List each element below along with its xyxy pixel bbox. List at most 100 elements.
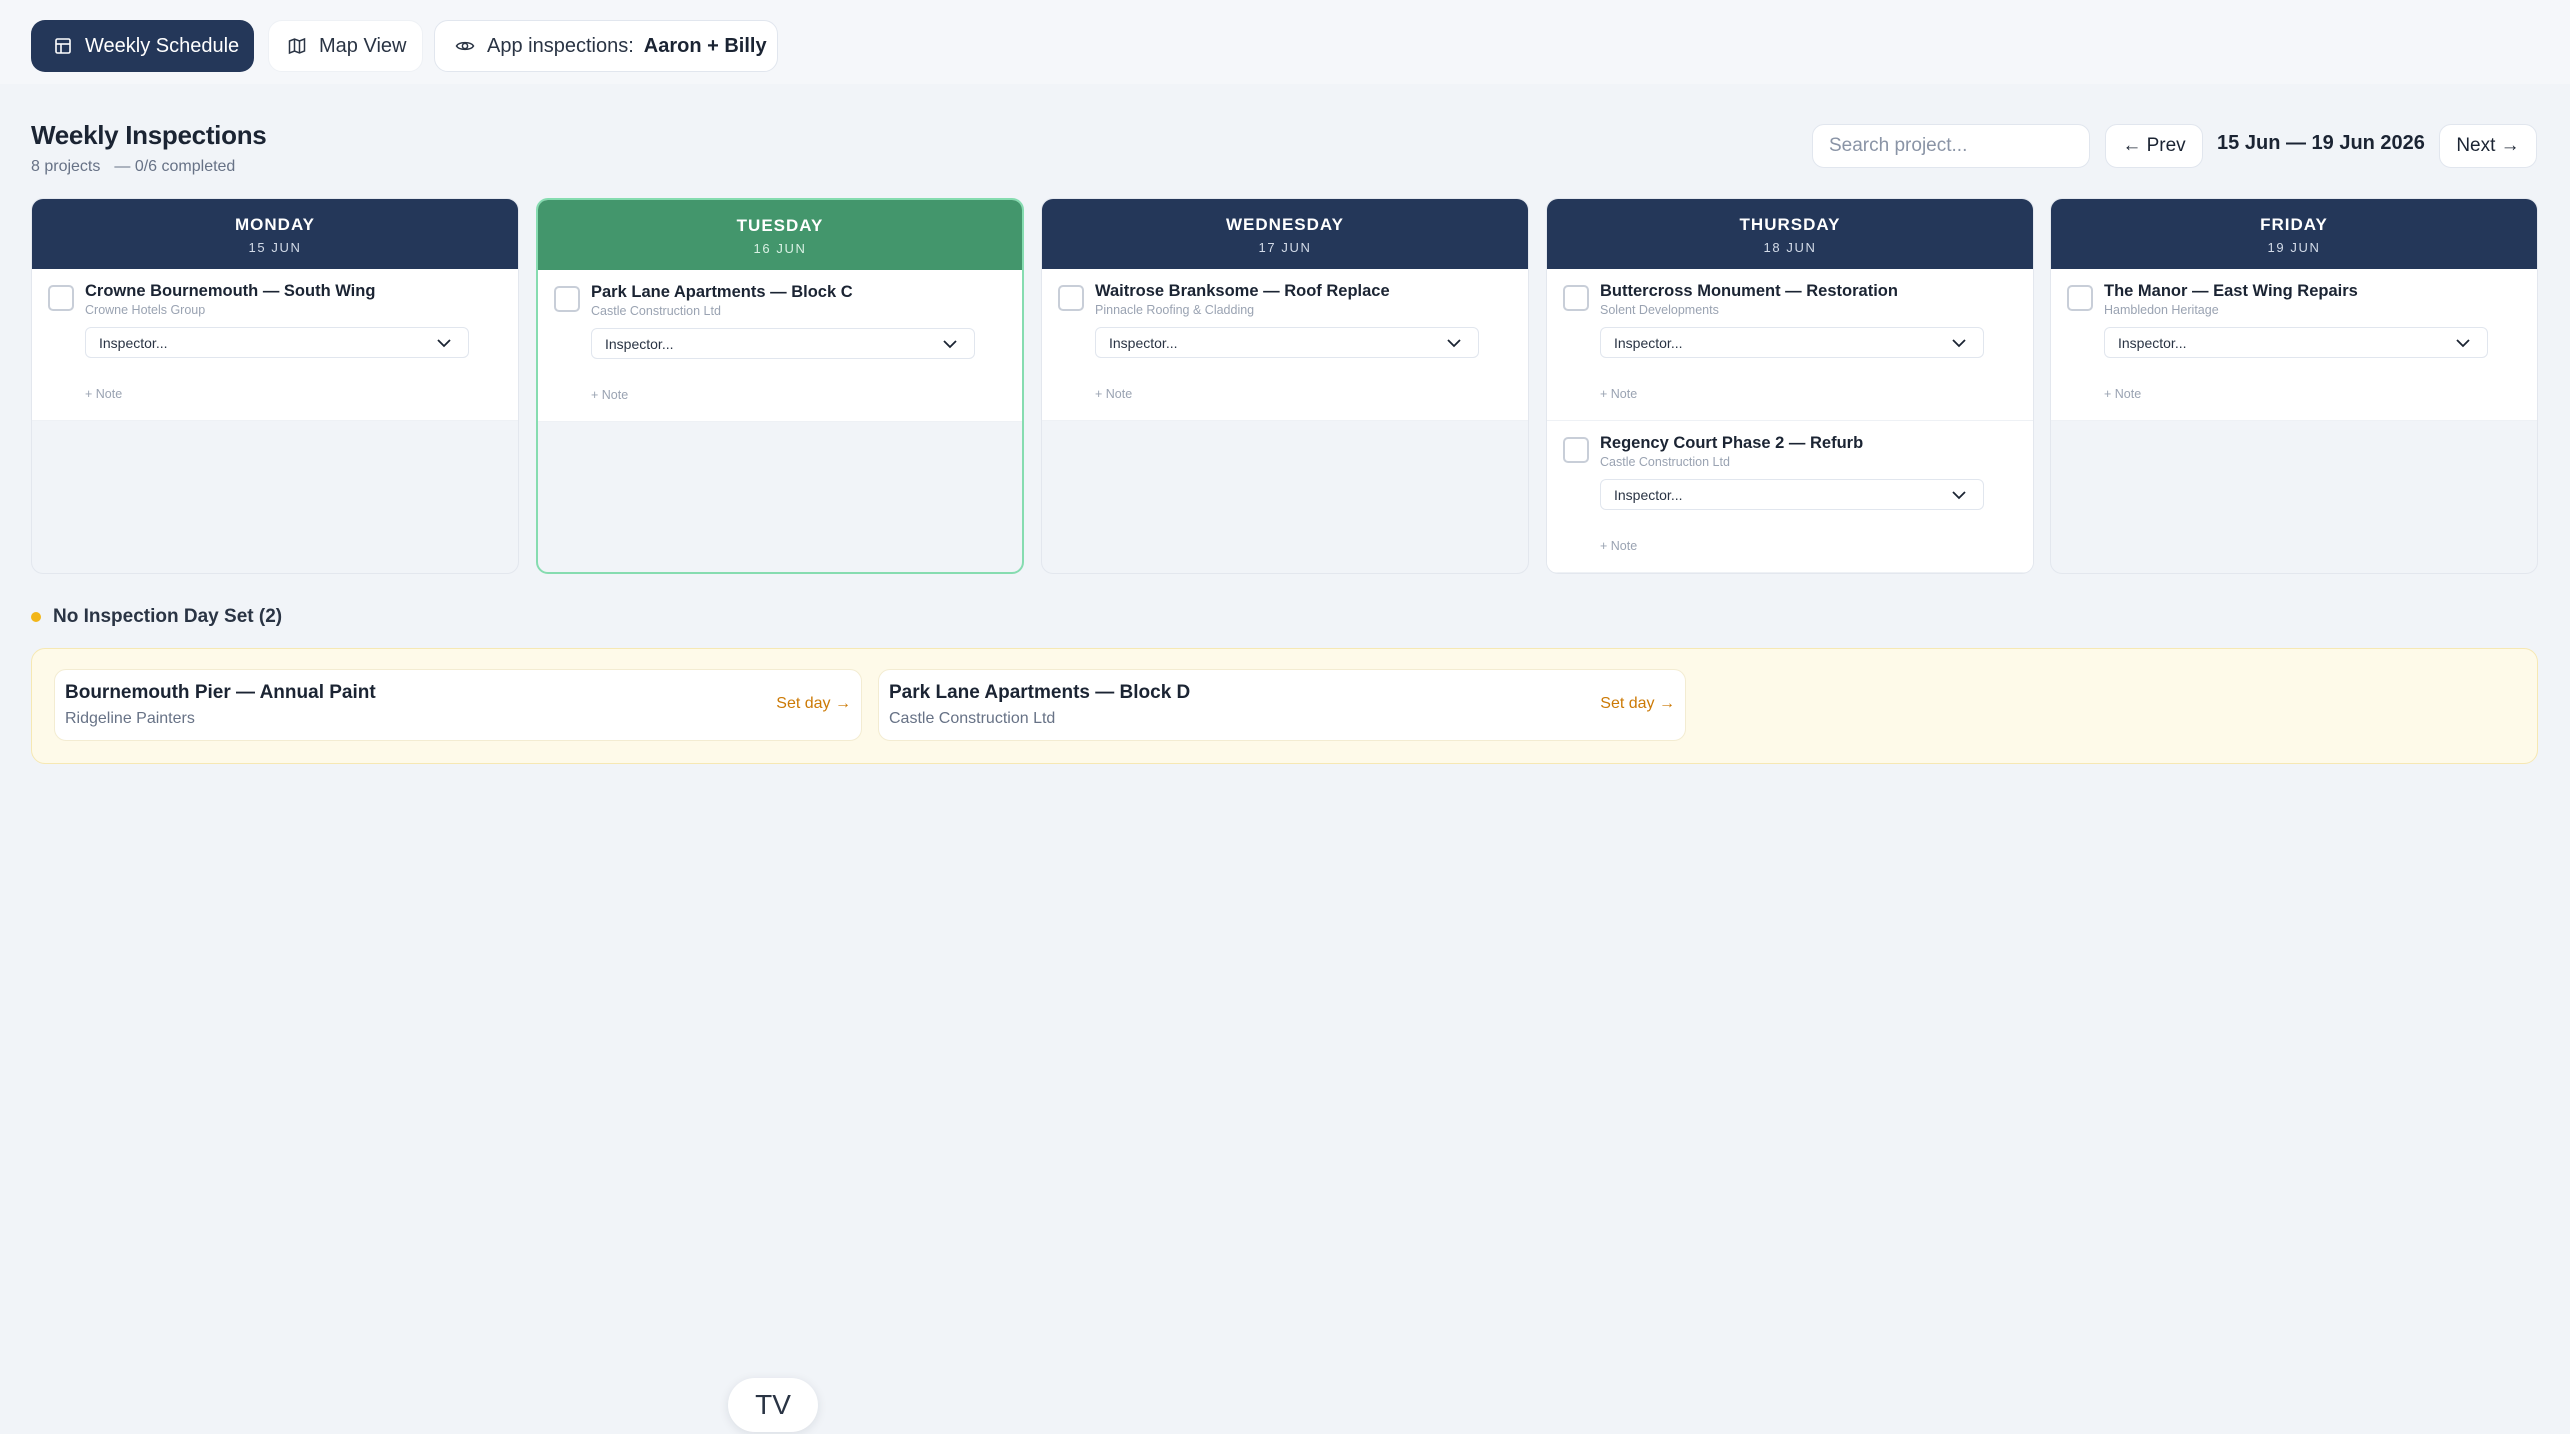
day-date: 15 JUN xyxy=(248,240,302,255)
day-header: TUESDAY 16 JUN xyxy=(538,200,1022,270)
project-card: Buttercross Monument — Restoration Solen… xyxy=(1547,269,2033,421)
inspector-select[interactable]: Inspector... xyxy=(1600,479,1984,510)
next-week-button[interactable]: Next → xyxy=(2439,124,2537,168)
add-note-link[interactable]: + Note xyxy=(1600,387,1637,401)
day-name: WEDNESDAY xyxy=(1226,215,1344,234)
chevron-down-icon xyxy=(1952,338,1966,347)
unassigned-card: Park Lane Apartments — Block D Castle Co… xyxy=(878,669,1686,741)
chevron-down-icon xyxy=(1952,490,1966,499)
day-date: 19 JUN xyxy=(2267,240,2321,255)
add-note-link[interactable]: + Note xyxy=(85,387,122,401)
project-count: 8 projects xyxy=(31,158,101,175)
day-header: FRIDAY 19 JUN xyxy=(2051,199,2537,269)
project-client: Pinnacle Roofing & Cladding xyxy=(1095,303,1255,317)
unassigned-panel: Bournemouth Pier — Annual Paint Ridgelin… xyxy=(31,648,2538,764)
top-bar: Weekly Schedule Map View App inspections… xyxy=(0,0,2570,84)
chevron-down-icon xyxy=(1447,338,1461,347)
day-name: FRIDAY xyxy=(2260,215,2328,234)
set-day-button[interactable]: Set day → xyxy=(1600,695,1675,713)
eye-icon xyxy=(455,41,475,51)
complete-checkbox[interactable] xyxy=(554,286,580,312)
date-range: 15 Jun — 19 Jun 2026 xyxy=(2217,132,2425,154)
day-header: THURSDAY 18 JUN xyxy=(1547,199,2033,269)
project-card: Park Lane Apartments — Block C Castle Co… xyxy=(538,270,1022,422)
project-name: Crowne Bournemouth — South Wing xyxy=(85,282,376,300)
inspector-select[interactable]: Inspector... xyxy=(85,327,469,358)
inspector-select-value: Inspector... xyxy=(2118,334,2187,351)
unassigned-project-name: Park Lane Apartments — Block D xyxy=(889,682,1191,703)
unassigned-project-name: Bournemouth Pier — Annual Paint xyxy=(65,682,376,703)
project-name: Regency Court Phase 2 — Refurb xyxy=(1600,434,1864,452)
inspector-select[interactable]: Inspector... xyxy=(2104,327,2488,358)
inspector-select[interactable]: Inspector... xyxy=(1600,327,1984,358)
tab-app-label: App inspections: xyxy=(487,34,634,57)
complete-checkbox[interactable] xyxy=(1563,285,1589,311)
complete-checkbox[interactable] xyxy=(1563,437,1589,463)
page-title: Weekly Inspections xyxy=(31,120,267,150)
day-name: THURSDAY xyxy=(1739,215,1841,234)
project-name: Buttercross Monument — Restoration xyxy=(1600,282,1898,300)
tab-weekly-label: Weekly Schedule xyxy=(85,34,240,57)
complete-checkbox[interactable] xyxy=(48,285,74,311)
add-note-link[interactable]: + Note xyxy=(591,388,628,402)
complete-checkbox[interactable] xyxy=(2067,285,2093,311)
chevron-down-icon xyxy=(437,338,451,347)
search-input[interactable] xyxy=(1812,124,2090,168)
completed-count: — 0/6 completed xyxy=(114,158,236,175)
project-client: Crowne Hotels Group xyxy=(85,303,206,317)
day-header: WEDNESDAY 17 JUN xyxy=(1042,199,1528,269)
project-client: Solent Developments xyxy=(1600,303,1719,317)
warning-dot-icon xyxy=(31,612,41,622)
inspector-select-value: Inspector... xyxy=(605,335,674,352)
tab-map-label: Map View xyxy=(319,34,407,57)
unassigned-card: Bournemouth Pier — Annual Paint Ridgelin… xyxy=(54,669,862,741)
day-column-monday: MONDAY 15 JUN Crowne Bournemouth — South… xyxy=(31,198,519,574)
add-note-link[interactable]: + Note xyxy=(1600,539,1637,553)
tab-map-view[interactable]: Map View xyxy=(268,20,423,72)
unassigned-project-client: Castle Construction Ltd xyxy=(889,710,1056,727)
inspector-select-value: Inspector... xyxy=(1109,334,1178,351)
day-name: MONDAY xyxy=(235,215,315,234)
chevron-down-icon xyxy=(943,339,957,348)
add-note-link[interactable]: + Note xyxy=(1095,387,1132,401)
map-icon xyxy=(288,37,306,55)
project-card: Crowne Bournemouth — South Wing Crowne H… xyxy=(32,269,518,421)
project-card: Regency Court Phase 2 — Refurb Castle Co… xyxy=(1547,421,2033,573)
day-column-wednesday: WEDNESDAY 17 JUN Waitrose Branksome — Ro… xyxy=(1041,198,1529,574)
day-date: 17 JUN xyxy=(1258,240,1312,255)
chevron-down-icon xyxy=(2456,338,2470,347)
project-client: Castle Construction Ltd xyxy=(1600,455,1730,469)
inspector-select-value: Inspector... xyxy=(99,334,168,351)
day-name: TUESDAY xyxy=(736,216,824,235)
project-card: The Manor — East Wing Repairs Hambledon … xyxy=(2051,269,2537,421)
day-date: 18 JUN xyxy=(1763,240,1817,255)
tab-weekly-schedule[interactable]: Weekly Schedule xyxy=(31,20,254,72)
set-day-button[interactable]: Set day → xyxy=(776,695,851,713)
add-note-link[interactable]: + Note xyxy=(2104,387,2141,401)
inspector-select[interactable]: Inspector... xyxy=(1095,327,1479,358)
inspector-select-value: Inspector... xyxy=(1614,334,1683,351)
project-name: Waitrose Branksome — Roof Replace xyxy=(1095,282,1390,300)
page-subtitle: 8 projects — 0/6 completed xyxy=(31,158,235,176)
tab-app-inspections[interactable]: App inspections: Aaron + Billy xyxy=(434,20,778,72)
app-inspectors-value: Aaron + Billy xyxy=(643,34,767,57)
unassigned-title: No Inspection Day Set (2) xyxy=(53,606,283,627)
day-column-friday: FRIDAY 19 JUN The Manor — East Wing Repa… xyxy=(2050,198,2538,574)
project-name: The Manor — East Wing Repairs xyxy=(2104,282,2358,300)
project-name: Park Lane Apartments — Block C xyxy=(591,283,853,301)
unassigned-heading: No Inspection Day Set (2) xyxy=(31,606,282,628)
project-card: Waitrose Branksome — Roof Replace Pinnac… xyxy=(1042,269,1528,421)
table-icon xyxy=(55,38,71,54)
day-date: 16 JUN xyxy=(753,241,807,256)
prev-week-button[interactable]: ← Prev xyxy=(2105,124,2203,168)
unassigned-project-client: Ridgeline Painters xyxy=(65,710,195,727)
tv-mode-button[interactable]: TV xyxy=(728,1378,818,1432)
complete-checkbox[interactable] xyxy=(1058,285,1084,311)
day-header: MONDAY 15 JUN xyxy=(32,199,518,269)
inspector-select[interactable]: Inspector... xyxy=(591,328,975,359)
day-column-tuesday: TUESDAY 16 JUN Park Lane Apartments — Bl… xyxy=(536,198,1024,574)
project-client: Hambledon Heritage xyxy=(2104,303,2219,317)
inspector-select-value: Inspector... xyxy=(1614,486,1683,503)
project-client: Castle Construction Ltd xyxy=(591,304,721,318)
day-column-thursday: THURSDAY 18 JUN Buttercross Monument — R… xyxy=(1546,198,2034,574)
